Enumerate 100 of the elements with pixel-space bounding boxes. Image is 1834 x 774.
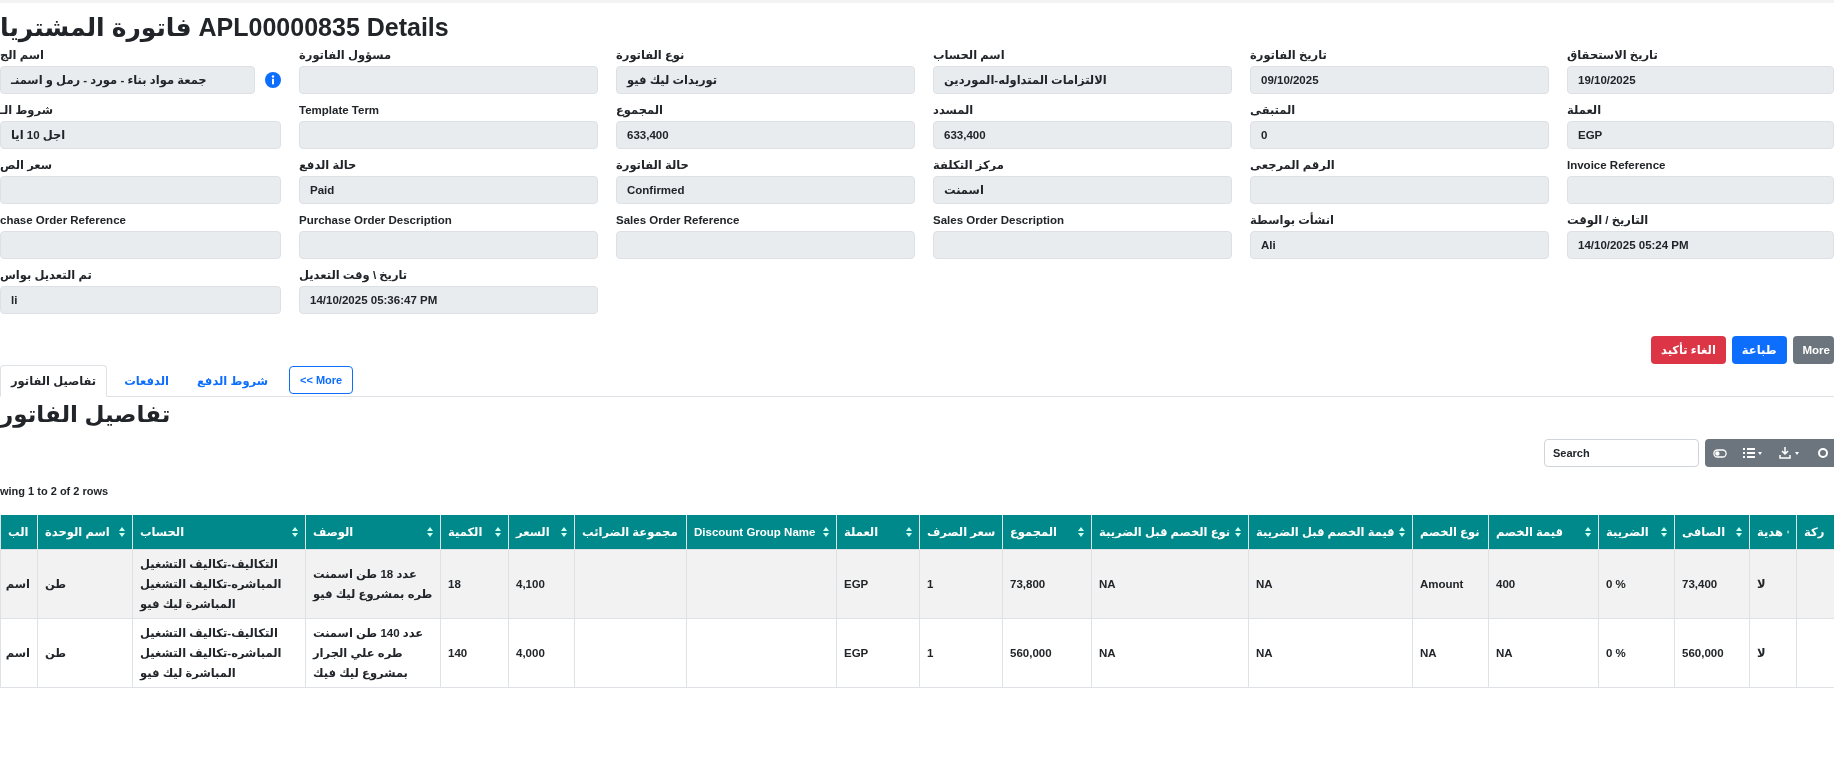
- field-label: شروط الـ: [0, 103, 53, 118]
- table-cell: 0 %: [1598, 618, 1675, 688]
- settings-icon: [1817, 447, 1829, 459]
- column-header[interactable]: الحساب: [132, 515, 306, 550]
- column-header[interactable]: نوع الخصم: [1412, 515, 1489, 550]
- column-header[interactable]: قيمة الخصم: [1488, 515, 1599, 550]
- input-field[interactable]: [933, 231, 1232, 259]
- field-label: الرقم المرجعى: [1250, 158, 1335, 173]
- input-field[interactable]: 0: [1250, 121, 1549, 149]
- column-header[interactable]: سعر الصرف: [919, 515, 1003, 550]
- tab[interactable]: تفاصيل الفاتور: [0, 365, 108, 397]
- column-header[interactable]: نوع الخصم قبل الضريبة: [1091, 515, 1249, 550]
- column-header[interactable]: ركة: [1796, 515, 1834, 550]
- input-field[interactable]: 19/10/2025: [1567, 66, 1834, 94]
- field-label: تاريخ \ وقت التعديل: [299, 268, 408, 283]
- field-label: مركز التكلفة: [933, 158, 1004, 173]
- page-title: فاتورة المشتريا APL00000835 Details: [0, 12, 449, 45]
- info-icon[interactable]: [265, 72, 281, 88]
- column-header[interactable]: الوصف: [305, 515, 441, 550]
- input-field[interactable]: اجل 10 ايا: [0, 121, 281, 149]
- input-field[interactable]: 09/10/2025: [1250, 66, 1549, 94]
- search-field[interactable]: Search: [1544, 439, 1699, 467]
- table-cell: 140: [440, 618, 509, 688]
- table-cell: EGP: [836, 549, 920, 619]
- input-field[interactable]: [1250, 176, 1549, 204]
- field-label: حالة الفاتورة: [616, 158, 689, 173]
- column-header[interactable]: السعر: [508, 515, 575, 550]
- table-cell: 73,400: [1674, 549, 1750, 619]
- action-button[interactable]: طباعة: [1731, 336, 1787, 364]
- list-icon: [1743, 448, 1763, 458]
- input-field[interactable]: توريدات ليك فيو: [616, 66, 915, 94]
- column-header[interactable]: قيمة الخصم قبل الضريبة: [1248, 515, 1413, 550]
- field-label: Sales Order Description: [933, 213, 1065, 228]
- table-cell: NA: [1248, 618, 1413, 688]
- table-cell: NA: [1248, 549, 1413, 619]
- action-button[interactable]: More: [1792, 336, 1834, 364]
- input-field[interactable]: [1567, 176, 1834, 204]
- table-cell: 400: [1488, 549, 1599, 619]
- input-field[interactable]: [299, 121, 598, 149]
- field-label: انشأت بواسطة: [1250, 212, 1334, 228]
- field-label: تاريخ الاستحقاق: [1567, 48, 1658, 63]
- input-field[interactable]: 14/10/2025 05:36:47 PM: [299, 286, 598, 314]
- table-cell: 73,800: [1002, 549, 1092, 619]
- column-header[interactable]: Discount Group Name: [686, 515, 837, 550]
- field-label: Invoice Reference: [1567, 158, 1666, 173]
- field-label: chase Order Reference: [0, 213, 126, 228]
- field-label: سعر الص: [0, 158, 53, 173]
- input-field[interactable]: [299, 66, 598, 94]
- column-header[interactable]: المجموع: [1002, 515, 1092, 550]
- column-header[interactable]: هدية: [1749, 515, 1797, 550]
- field-label: Purchase Order Description: [299, 213, 452, 228]
- field-label: المسدد: [933, 103, 974, 118]
- table-cell: عدد 140 طن اسمنت طره علي الجرار بمشروع ليك فيك: [305, 618, 441, 688]
- input-field[interactable]: [616, 231, 915, 259]
- table-cell: [1796, 618, 1834, 688]
- input-field[interactable]: جمعة مواد بناء - مورد - رمل و اسمنـ: [0, 66, 255, 94]
- input-field[interactable]: 633,400: [933, 121, 1232, 149]
- table-cell: اسم: [0, 618, 38, 688]
- input-field[interactable]: [299, 231, 598, 259]
- input-field[interactable]: [0, 231, 281, 259]
- column-header[interactable]: اسم الوحدة: [37, 515, 133, 550]
- input-field[interactable]: Confirmed: [616, 176, 915, 204]
- column-header[interactable]: الكمية: [440, 515, 509, 550]
- table-cell: 1: [919, 549, 1003, 619]
- table-cell: 560,000: [1674, 618, 1750, 688]
- input-field[interactable]: Paid: [299, 176, 598, 204]
- input-field[interactable]: 14/10/2025 05:24 PM: [1567, 231, 1834, 259]
- field-label: المتبقى: [1250, 103, 1296, 118]
- input-field[interactable]: الالتزامات المتداوله-الموردين: [933, 66, 1232, 94]
- field-label: Template Term: [299, 103, 380, 118]
- input-field[interactable]: 633,400: [616, 121, 915, 149]
- rows-count-text: wing 1 to 2 of 2 rows: [0, 484, 109, 498]
- table-cell: NA: [1091, 618, 1249, 688]
- table-cell: اسم: [0, 549, 38, 619]
- table-cell: 18: [440, 549, 509, 619]
- column-header[interactable]: مجموعة الضرائب: [574, 515, 687, 550]
- column-header[interactable]: الب: [0, 515, 38, 550]
- table-cell: 560,000: [1002, 618, 1092, 688]
- input-field[interactable]: Ali: [1250, 231, 1549, 259]
- field-label: اسم الج: [0, 48, 44, 63]
- input-field[interactable]: EGP: [1567, 121, 1834, 149]
- column-header[interactable]: العملة: [836, 515, 920, 550]
- column-header[interactable]: الصافى: [1674, 515, 1750, 550]
- table-cell: التكاليف-تكاليف التشغيل المباشره-تكاليف التشغيل المباشرة ليك فيو: [132, 618, 306, 688]
- field-label: المجموع: [616, 103, 664, 118]
- tab[interactable]: الدفعات: [113, 365, 180, 397]
- input-field[interactable]: li: [0, 286, 281, 314]
- table-cell: NA: [1412, 618, 1489, 688]
- table-cell: طن: [37, 549, 133, 619]
- tab[interactable]: شروط الدفع: [186, 365, 280, 397]
- table-cell: لا: [1749, 618, 1797, 688]
- table-cell: لا: [1749, 549, 1797, 619]
- action-button[interactable]: الغاء تأكيد: [1651, 336, 1726, 364]
- column-header[interactable]: الضريبة: [1598, 515, 1675, 550]
- field-label: Sales Order Reference: [616, 213, 740, 228]
- input-field[interactable]: اسمنت: [933, 176, 1232, 204]
- more-tabs-button[interactable]: More >>: [289, 366, 354, 394]
- table-cell: 4,100: [508, 549, 575, 619]
- table-cell: [1796, 549, 1834, 619]
- input-field[interactable]: [0, 176, 281, 204]
